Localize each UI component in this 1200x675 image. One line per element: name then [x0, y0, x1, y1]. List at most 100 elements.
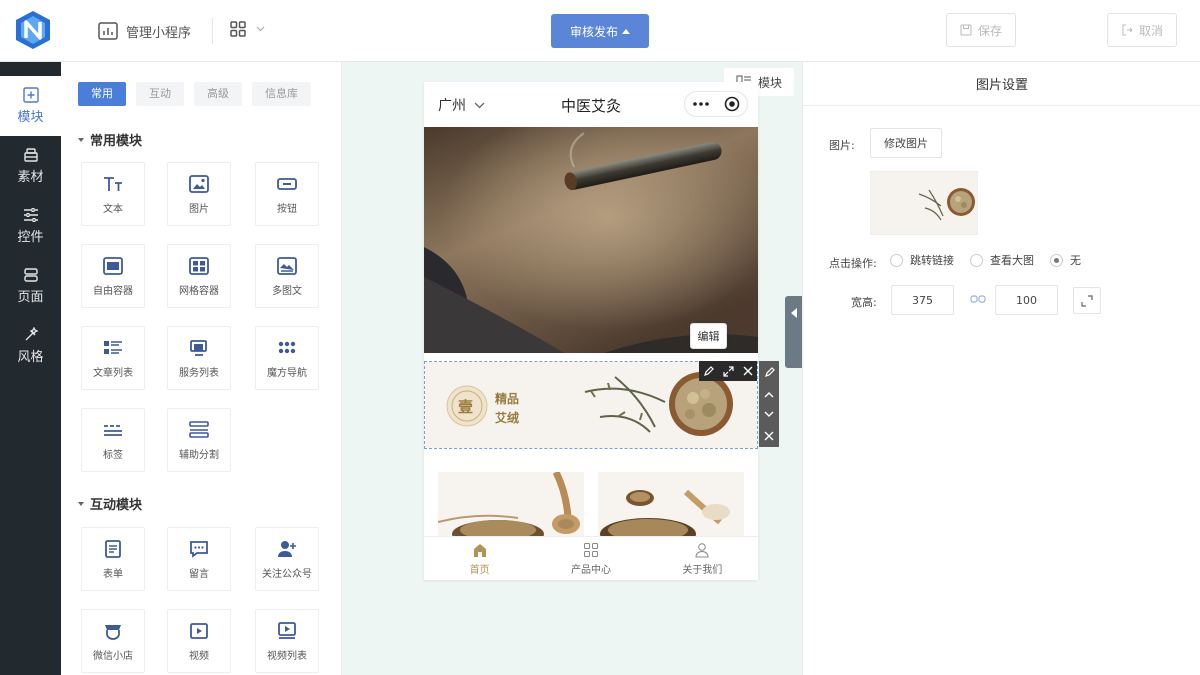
nav-item-style[interactable]: 风格 — [0, 316, 61, 376]
radio-selected-icon — [1050, 253, 1063, 267]
collapse-icon — [78, 501, 84, 506]
form-icon — [105, 539, 121, 558]
module-grid-container[interactable]: 网格容器 — [167, 244, 231, 308]
divider — [212, 18, 213, 44]
cancel-button[interactable]: 取消 — [1107, 13, 1177, 47]
banner-thumbnail — [871, 172, 977, 234]
module-text[interactable]: 文本 — [81, 162, 145, 226]
module-cube-nav[interactable]: 魔方导航 — [255, 326, 319, 390]
close-capsule-icon[interactable] — [724, 96, 740, 112]
tab-advanced[interactable]: 高级 — [194, 82, 242, 106]
text-icon — [104, 176, 122, 191]
module-label: 视频列表 — [267, 650, 307, 662]
tabbar-home[interactable]: 首页 — [424, 537, 535, 580]
tabbar-products[interactable]: 产品中心 — [535, 537, 646, 580]
dots-grid-icon — [278, 341, 296, 353]
expand-icon[interactable] — [723, 365, 734, 377]
tabbar-about[interactable]: 关于我们 — [647, 537, 758, 580]
nav-item-materials[interactable]: 素材 — [0, 136, 61, 196]
option-label: 无 — [1070, 254, 1081, 267]
width-input[interactable]: 375 — [891, 285, 954, 315]
module-divider[interactable]: 辅助分割 — [167, 408, 231, 472]
delete-icon[interactable] — [764, 431, 774, 441]
module-label: 多图文 — [272, 285, 302, 297]
material-icon — [23, 148, 38, 162]
herb-photo — [598, 472, 744, 542]
module-image[interactable]: 图片 — [167, 162, 231, 226]
message-icon — [190, 540, 208, 558]
section-common-title: 常用模块 — [78, 130, 142, 149]
module-label: 文章列表 — [93, 367, 133, 379]
module-label: 按钮 — [277, 203, 297, 215]
module-video[interactable]: 视频 — [167, 609, 231, 673]
manage-miniprogram-link[interactable]: 管理小程序 — [98, 20, 191, 42]
module-label: 微信小店 — [93, 650, 133, 662]
save-icon — [960, 24, 972, 36]
module-message[interactable]: 留言 — [167, 527, 231, 591]
service-list-icon — [190, 339, 207, 356]
module-article-list[interactable]: 文章列表 — [81, 326, 145, 390]
nav-label: 素材 — [17, 170, 44, 185]
left-nav: 模块 素材 控件 页面 风格 — [0, 62, 61, 675]
module-free-container[interactable]: 自由容器 — [81, 244, 145, 308]
radio-icon — [970, 253, 983, 267]
tabbar-label: 关于我们 — [682, 564, 723, 576]
cancel-label: 取消 — [1138, 23, 1163, 38]
height-input[interactable]: 100 — [995, 285, 1058, 315]
collapse-panel-handle[interactable] — [785, 296, 802, 368]
module-wechat-shop[interactable]: 微信小店 — [81, 609, 145, 673]
module-label: 文本 — [103, 203, 123, 215]
module-tag[interactable]: 标签 — [81, 408, 145, 472]
module-multi-image-text[interactable]: 多图文 — [255, 244, 319, 308]
article-list-icon — [104, 340, 122, 354]
change-image-button[interactable]: 修改图片 — [870, 128, 942, 158]
hero-image[interactable] — [424, 127, 758, 353]
product-thumb[interactable] — [598, 472, 744, 542]
tabbar-label: 产品中心 — [570, 564, 611, 576]
product-thumb[interactable] — [438, 472, 584, 542]
publish-button[interactable]: 审核发布 — [551, 14, 649, 48]
nav-item-controls[interactable]: 控件 — [0, 196, 61, 256]
section-label: 互动模块 — [90, 498, 143, 513]
option-none[interactable]: 无 — [1050, 252, 1081, 268]
nav-item-pages[interactable]: 页面 — [0, 256, 61, 316]
tab-common[interactable]: 常用 — [78, 82, 126, 106]
app-grid-menu[interactable] — [230, 21, 265, 37]
banner-badge: 壹 — [458, 398, 474, 416]
nav-label: 页面 — [17, 290, 44, 305]
pencil-icon[interactable] — [764, 367, 775, 378]
image-icon — [189, 174, 209, 193]
more-icon[interactable] — [692, 102, 709, 106]
tab-info-library[interactable]: 信息库 — [252, 82, 311, 106]
option-label: 跳转链接 — [910, 254, 954, 267]
close-icon[interactable] — [743, 366, 753, 376]
module-video-list[interactable]: 视频列表 — [255, 609, 319, 673]
grid-icon — [230, 21, 246, 37]
module-label: 关注公众号 — [262, 568, 312, 580]
module-label: 标签 — [103, 449, 123, 461]
tab-interactive[interactable]: 互动 — [136, 82, 184, 106]
module-label: 视频 — [189, 650, 209, 662]
pencil-icon[interactable] — [703, 365, 715, 377]
element-toolbar — [699, 361, 757, 381]
brush-icon — [25, 327, 38, 341]
option-view-large[interactable]: 查看大图 — [970, 252, 1034, 268]
nav-item-modules[interactable]: 模块 — [0, 76, 61, 136]
module-form[interactable]: 表单 — [81, 527, 145, 591]
option-jump-link[interactable]: 跳转链接 — [890, 252, 954, 268]
nav-label: 模块 — [17, 110, 44, 125]
image-label: 图片: — [829, 139, 855, 152]
module-side-toolbar — [759, 361, 779, 447]
top-bar: 管理小程序 审核发布 保存 预览 取消 — [0, 0, 1200, 173]
module-follow-account[interactable]: 关注公众号 — [255, 527, 319, 591]
banner-line-1: 精品 — [495, 392, 520, 406]
link-ratio-icon[interactable] — [970, 294, 986, 304]
save-button[interactable]: 保存 — [946, 13, 1016, 47]
save-label: 保存 — [977, 23, 1002, 38]
module-button[interactable]: 按钮 — [255, 162, 319, 226]
module-service-list[interactable]: 服务列表 — [167, 326, 231, 390]
move-up-icon[interactable] — [764, 391, 774, 398]
reset-size-button[interactable] — [1073, 287, 1101, 314]
add-user-icon — [278, 540, 296, 557]
move-down-icon[interactable] — [764, 411, 774, 418]
